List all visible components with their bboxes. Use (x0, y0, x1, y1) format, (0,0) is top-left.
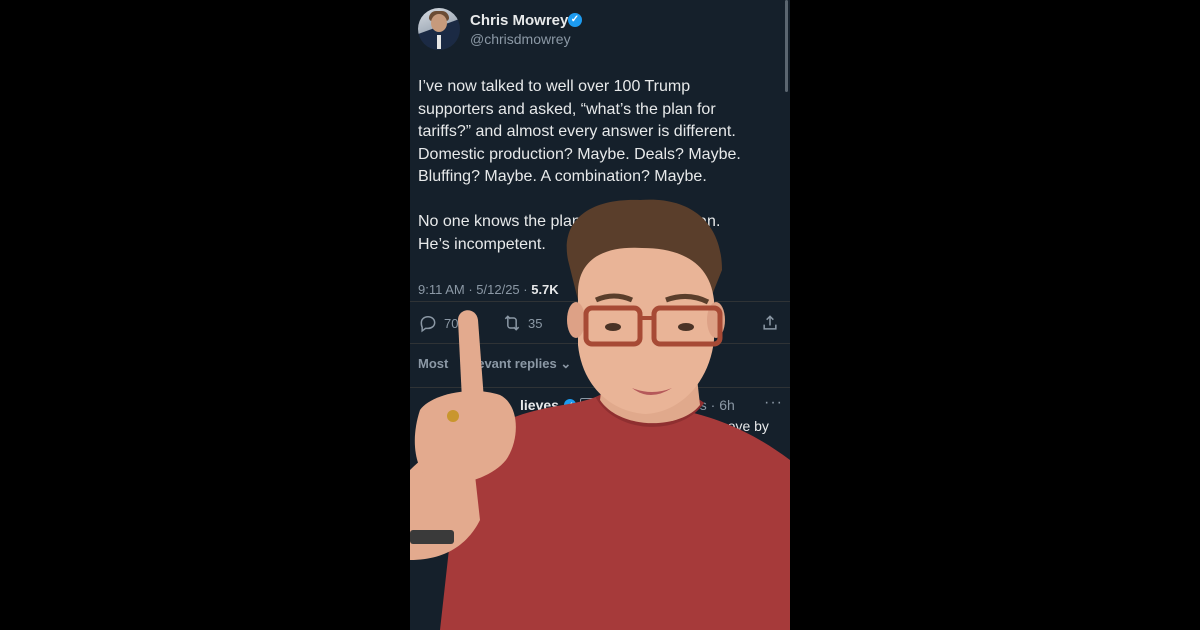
tweet-screen: Chris Mowrey ✓ @chrisdmowrey I’ve now ta… (410, 0, 790, 630)
eye-left (605, 323, 621, 331)
face (578, 247, 714, 414)
pointing-finger (458, 310, 484, 400)
video-person-overlay (410, 199, 790, 630)
ring (447, 410, 459, 422)
ear-left (567, 302, 585, 338)
watch (410, 530, 454, 544)
eye-right (678, 323, 694, 331)
